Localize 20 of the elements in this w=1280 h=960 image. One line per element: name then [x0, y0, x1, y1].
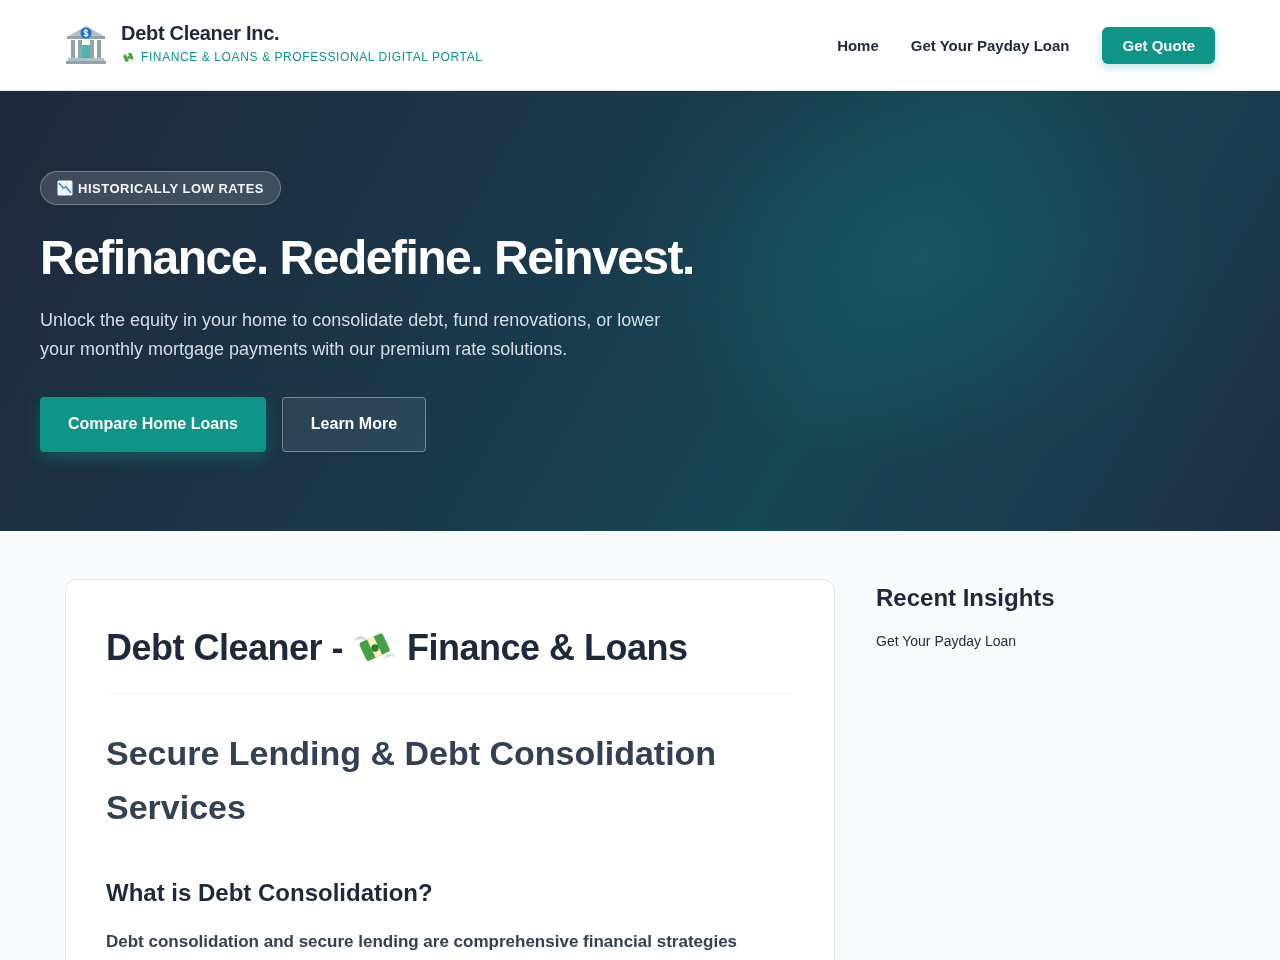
falling-chart-icon — [57, 180, 73, 196]
site-tagline: FINANCE & LOANS & PROFESSIONAL DIGITAL PORTAL — [141, 50, 483, 64]
bank-building-icon — [65, 25, 107, 65]
nav-link[interactable]: Home — [837, 36, 879, 54]
section-heading: What is Debt Consolidation? — [106, 878, 433, 909]
badge-label: HISTORICALLY LOW RATES — [78, 180, 265, 196]
hero-description: Unlock the equity in your home to consolidate debt, fund renovations, or lower your monthly mortgage payments with our premium rate solutions. — [40, 308, 662, 361]
nav-link[interactable]: Get Your Payday Loan — [910, 36, 1070, 54]
article-title: Debt Cleaner - — [106, 626, 344, 670]
article-subheading: Secure Lending & Debt Consolidation Services — [106, 733, 718, 829]
get-quote-button[interactable]: Get Quote — [1102, 26, 1215, 64]
flying-money-icon — [121, 50, 136, 64]
sidebar-link[interactable]: Get Your Payday Loan — [876, 633, 1017, 649]
site-title: Debt Cleaner Inc. — [121, 22, 281, 45]
primary-button[interactable]: Compare Home Loans — [40, 396, 266, 452]
article-title: Finance & Loans — [407, 626, 688, 670]
article-paragraph: Debt consolidation and secure lending are comprehensive financial strategies — [106, 931, 738, 954]
hero-headline: Refinance. Redefine. Reinvest. — [40, 230, 694, 286]
sidebar-heading: Recent Insights — [876, 583, 1055, 613]
secondary-button[interactable]: Learn More — [281, 396, 427, 452]
